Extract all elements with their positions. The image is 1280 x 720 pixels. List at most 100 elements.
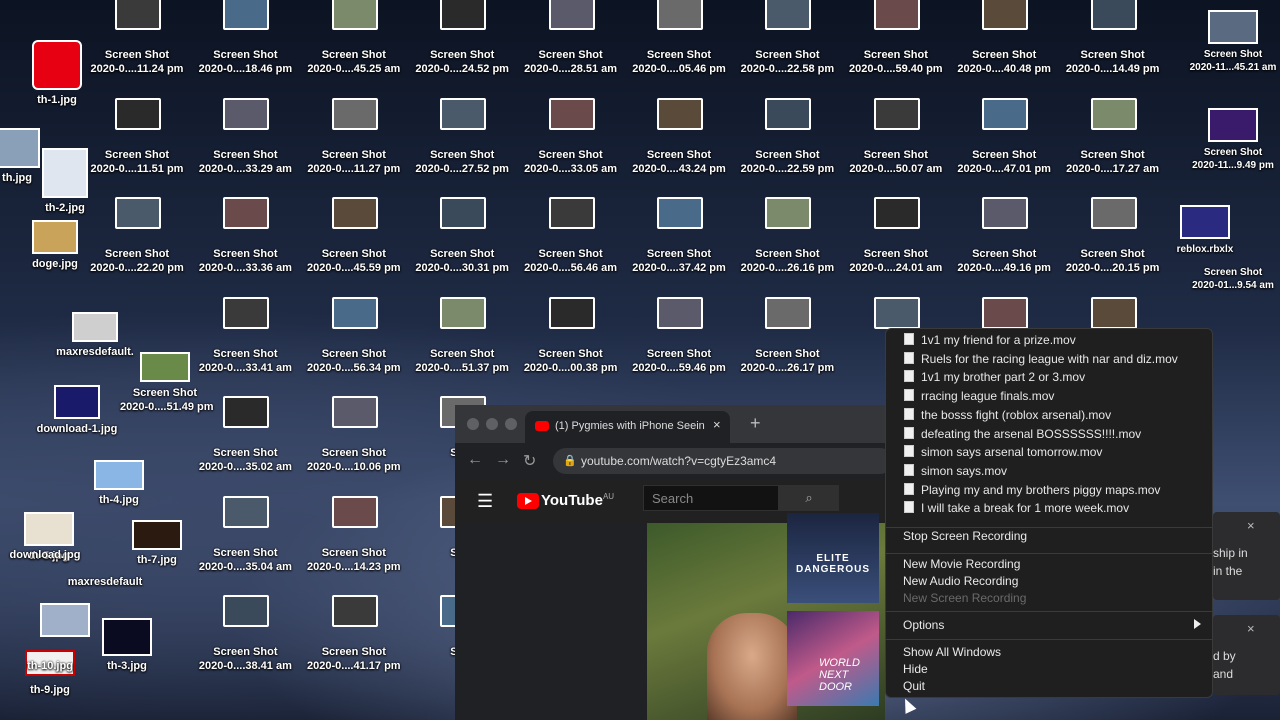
desktop-screenshot-file[interactable]: Screen Shot 2020-0....05.46 pm xyxy=(625,0,733,96)
minimize-window-button[interactable] xyxy=(486,418,498,430)
desktop-screenshot-file[interactable]: Screen Shot 2020-0....24.01 am xyxy=(842,197,950,295)
desktop-file-th-7[interactable]: th-7.jpg xyxy=(112,520,202,566)
desktop-screenshot-file[interactable]: Screen Shot 2020-0....43.24 pm xyxy=(625,97,733,196)
recent-file-item[interactable]: the bosss fight (roblox arsenal).mov xyxy=(904,407,1111,426)
tab-close-icon[interactable]: × xyxy=(713,417,721,432)
desktop-screenshot-file[interactable]: Screen Shot 2020-0....18.46 pm xyxy=(191,0,299,96)
hamburger-menu-icon[interactable]: ☰ xyxy=(477,491,493,512)
recent-file-item[interactable]: 1v1 my brother part 2 or 3.mov xyxy=(904,370,1085,388)
desktop-screenshot-file[interactable]: Screen Shot 2020-0....59.40 pm xyxy=(842,0,950,96)
close-window-button[interactable] xyxy=(467,418,479,430)
desktop-screenshot-file[interactable]: Screen Shot 2020-0....20.15 pm xyxy=(1059,197,1167,295)
desktop-screenshot-file[interactable]: Screen Shot 2020-0....45.59 pm xyxy=(300,197,408,295)
recent-file-item[interactable]: simon says arsenal tomorrow.mov xyxy=(904,445,1102,463)
desktop-screenshot-file[interactable]: Screen Shot 2020-0....33.05 am xyxy=(517,97,625,196)
recommended-thumbnail-2[interactable]: WORLD NEXT DOOR xyxy=(787,611,879,706)
hide-item[interactable]: Hide xyxy=(903,662,928,676)
stop-screen-recording-item[interactable]: Stop Screen Recording xyxy=(903,529,1027,543)
new-audio-recording-item[interactable]: New Audio Recording xyxy=(903,574,1018,588)
desktop-screenshot-file[interactable]: Screen Shot 2020-0....45.25 am xyxy=(300,0,408,96)
desktop-file-th-1[interactable]: th-1.jpg xyxy=(12,40,102,106)
file-thumbnail xyxy=(440,197,487,229)
desktop-screenshot-file[interactable]: Screen Shot 2020-0....14.23 pm xyxy=(300,495,408,594)
file-thumbnail xyxy=(102,618,152,656)
youtube-search-input[interactable]: Search xyxy=(643,485,779,511)
desktop-screenshot-file[interactable]: Screen Shot 2020-0....49.16 pm xyxy=(950,197,1058,295)
desktop-file-th-9[interactable]: th-9.jpg xyxy=(5,680,95,696)
desktop-screenshot-file[interactable]: Screen Shot 2020-0....26.16 pm xyxy=(733,197,841,295)
desktop-file-right-4[interactable]: Screen Shot 2020-01...9.54 am xyxy=(1188,262,1278,292)
recommended-thumbnail-1[interactable]: ELITE DANGEROUS xyxy=(787,513,879,603)
file-thumbnail xyxy=(140,352,190,382)
desktop-screenshot-file[interactable]: Screen Shot 2020-0....37.42 pm xyxy=(625,197,733,295)
file-label: Screen Shot 2020-0....05.46 pm xyxy=(632,49,726,75)
notification-panel-1[interactable]: × ship in in the xyxy=(1213,512,1280,600)
desktop-file-right-1[interactable]: Screen Shot 2020-11...45.21 am xyxy=(1188,10,1278,74)
recent-file-item[interactable]: Playing my and my brothers piggy maps.mo… xyxy=(904,482,1160,501)
close-icon[interactable]: × xyxy=(1247,621,1255,636)
forward-arrow-icon[interactable]: → xyxy=(495,451,511,469)
desktop-screenshot-file[interactable]: Screen Shot 2020-0....00.38 pm xyxy=(517,296,625,395)
desktop-screenshot-file[interactable]: Screen Shot 2020-0....10.06 pm xyxy=(300,396,408,494)
desktop-file-screenshot-49pm[interactable]: Screen Shot 2020-0....51.49 pm xyxy=(120,352,214,414)
desktop-screenshot-file[interactable]: Screen Shot 2020-0....41.17 pm xyxy=(300,595,408,693)
desktop-screenshot-file[interactable]: Screen Shot 2020-0....50.07 am xyxy=(842,97,950,196)
file-label: Screen Shot 2020-0....56.34 pm xyxy=(307,347,401,374)
youtube-logo[interactable]: YouTubeAU xyxy=(517,492,614,510)
desktop-screenshot-file[interactable]: Screen Shot 2020-0....24.52 pm xyxy=(408,0,516,96)
desktop-screenshot-file[interactable]: Screen Shot 2020-0....26.17 pm xyxy=(733,296,841,395)
search-icon[interactable]: ⌕ xyxy=(779,485,839,511)
quit-item[interactable]: Quit xyxy=(903,679,925,693)
desktop-file-right-3[interactable]: reblox.rbxlx xyxy=(1160,205,1250,256)
desktop-screenshot-file[interactable]: Screen Shot 2020-0....47.01 pm xyxy=(950,97,1058,196)
desktop-file-download-1[interactable]: download-1.jpg xyxy=(32,385,122,435)
recent-file-item[interactable]: I will take a break for 1 more week.mov xyxy=(904,501,1129,519)
desktop-screenshot-file[interactable]: Screen Shot 2020-0....11.27 pm xyxy=(300,97,408,196)
url-field[interactable]: 🔒 youtube.com/watch?v=cgtyEz3amc4 xyxy=(553,448,885,474)
desktop-screenshot-file[interactable]: Screen Shot 2020-0....56.34 pm xyxy=(300,296,408,395)
back-arrow-icon[interactable]: ← xyxy=(467,451,483,469)
reload-icon[interactable]: ↻ xyxy=(523,451,536,471)
desktop-screenshot-file[interactable]: Screen Shot 2020-0....22.58 pm xyxy=(733,0,841,96)
desktop-screenshot-file[interactable]: Screen Shot 2020-0....35.04 am xyxy=(191,495,299,594)
tab-youtube[interactable]: (1) Pygmies with iPhone Seeing × xyxy=(525,411,730,443)
desktop-screenshot-file[interactable]: Screen Shot 2020-0....33.29 am xyxy=(191,97,299,196)
desktop-file-th-3[interactable]: th-3.jpg xyxy=(82,618,172,672)
thumbnail-title: ELITE DANGEROUS xyxy=(795,553,870,575)
desktop-screenshot-file[interactable]: Screen Shot 2020-0....56.46 am xyxy=(517,197,625,295)
desktop-screenshot-file[interactable]: Screen Shot 2020-0....59.46 pm xyxy=(625,296,733,395)
recent-file-item[interactable]: rracing league finals.mov xyxy=(904,389,1054,407)
desktop-screenshot-file[interactable]: Screen Shot 2020-0....27.52 pm xyxy=(408,97,516,196)
desktop-screenshot-file[interactable]: Screen Shot 2020-0....33.36 am xyxy=(191,197,299,295)
desktop-file-doge[interactable]: doge.jpg xyxy=(10,220,100,270)
file-thumbnail xyxy=(1208,108,1258,142)
recent-file-item[interactable]: 1v1 my friend for a prize.mov xyxy=(904,333,1076,351)
desktop-file-maxresdefault2[interactable]: maxresdefault xyxy=(60,572,150,588)
quicktime-dock-menu[interactable]: 1v1 my friend for a prize.mov Ruels for t… xyxy=(885,328,1213,698)
chrome-browser-window[interactable]: (1) Pygmies with iPhone Seeing × + ← → ↻… xyxy=(455,405,885,720)
desktop-screenshot-file[interactable]: Screen Shot 2020-0....17.27 am xyxy=(1059,97,1167,196)
file-thumbnail xyxy=(42,148,88,198)
desktop-file-th-4[interactable]: th-4.jpg xyxy=(74,460,164,506)
notification-panel-2[interactable]: × d by and xyxy=(1213,615,1280,695)
recent-file-item[interactable]: simon says.mov xyxy=(904,463,1007,482)
options-item[interactable]: Options xyxy=(903,618,944,632)
desktop-screenshot-file[interactable]: Screen Shot 2020-0....22.59 pm xyxy=(733,97,841,196)
desktop-file-right-2[interactable]: Screen Shot 2020-11...9.49 pm xyxy=(1188,108,1278,172)
new-movie-recording-item[interactable]: New Movie Recording xyxy=(903,557,1020,571)
zoom-window-button[interactable] xyxy=(505,418,517,430)
show-all-windows-item[interactable]: Show All Windows xyxy=(903,645,1001,659)
recent-file-item[interactable]: defeating the arsenal BOSSSSSS!!!!.mov xyxy=(904,426,1141,445)
desktop-file-th-2[interactable]: th-2.jpg xyxy=(20,148,110,214)
desktop-screenshot-file[interactable]: Screen Shot 2020-0....14.49 pm xyxy=(1059,0,1167,96)
desktop-screenshot-file[interactable]: Screen Shot 2020-0....28.51 am xyxy=(517,0,625,96)
desktop-screenshot-file[interactable]: Screen Shot 2020-0....38.41 am xyxy=(191,595,299,693)
recent-file-item[interactable]: Ruels for the racing league with nar and… xyxy=(904,351,1178,370)
new-tab-button[interactable]: + xyxy=(750,413,761,434)
desktop-screenshot-file[interactable]: Screen Shot 2020-0....51.37 pm xyxy=(408,296,516,395)
desktop-screenshot-file[interactable]: Screen Shot 2020-0....40.48 pm xyxy=(950,0,1058,96)
close-icon[interactable]: × xyxy=(1247,518,1255,533)
video-player[interactable]: ELITE DANGEROUS WORLD NEXT DOOR xyxy=(647,513,885,720)
desktop-screenshot-file[interactable]: Screen Shot 2020-0....30.31 pm xyxy=(408,197,516,295)
desktop-file-download[interactable]: download.jpg xyxy=(0,545,90,561)
